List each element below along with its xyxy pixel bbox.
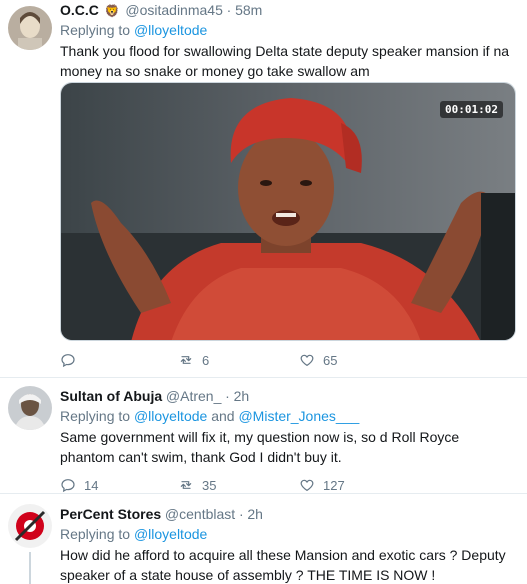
timestamp[interactable]: 58m bbox=[235, 2, 262, 18]
replying-label: Replying to bbox=[60, 408, 131, 424]
lion-emoji-icon: 🦁 bbox=[104, 4, 120, 18]
replying-to: Replying to @lloyeltode bbox=[60, 20, 517, 40]
tweet-text: Thank you flood for swallowing Delta sta… bbox=[60, 43, 510, 79]
reply-count: 14 bbox=[84, 477, 99, 493]
retweet-icon bbox=[180, 356, 192, 364]
reply-button[interactable]: 14 bbox=[60, 475, 98, 495]
tweet-header: PerCent Stores @centblast · 2h bbox=[60, 504, 517, 524]
video-media[interactable]: 00:01:02 bbox=[60, 82, 516, 341]
tweet[interactable]: O.C.C 🦁 @ositadinma45 · 58m Replying to … bbox=[0, 0, 527, 378]
reply-icon bbox=[61, 354, 75, 368]
retweet-count: 6 bbox=[202, 352, 210, 368]
reply-icon bbox=[61, 479, 75, 493]
user-handle[interactable]: @ositadinma45 bbox=[125, 2, 223, 18]
tweet-text: Same government will fix it, my question… bbox=[60, 429, 460, 465]
retweet-button[interactable]: 6 bbox=[178, 350, 209, 370]
separator-dot: · bbox=[225, 388, 230, 404]
mention-link[interactable]: @Mister_Jones___ bbox=[238, 408, 359, 424]
separator-dot: · bbox=[226, 2, 232, 18]
retweet-button[interactable]: 35 bbox=[178, 475, 216, 495]
mention-link[interactable]: @lloyeltode bbox=[134, 526, 207, 542]
reply-button[interactable] bbox=[60, 350, 84, 370]
tweet-header: Sultan of Abuja @Atren_ · 2h bbox=[60, 386, 517, 406]
like-button[interactable]: 127 bbox=[299, 475, 345, 495]
avatar[interactable] bbox=[8, 386, 52, 430]
retweet-count: 35 bbox=[202, 477, 217, 493]
like-count: 65 bbox=[323, 352, 338, 368]
avatar[interactable] bbox=[8, 504, 52, 548]
like-count: 127 bbox=[323, 477, 345, 493]
replying-to: Replying to @lloyeltode bbox=[60, 524, 517, 544]
video-thumbnail-image bbox=[61, 83, 515, 340]
tweet-actions: 14 35 127 bbox=[60, 475, 517, 495]
display-name[interactable]: PerCent Stores bbox=[60, 506, 161, 522]
timestamp[interactable]: 2h bbox=[247, 506, 263, 522]
tweet-text: How did he afford to acquire all these M… bbox=[60, 547, 506, 583]
retweet-icon bbox=[180, 481, 192, 489]
user-handle[interactable]: @centblast bbox=[165, 506, 235, 522]
like-button[interactable]: 65 bbox=[299, 350, 337, 370]
tweet[interactable]: Sultan of Abuja @Atren_ · 2h Replying to… bbox=[0, 378, 527, 494]
tweet-header: O.C.C 🦁 @ositadinma45 · 58m bbox=[60, 0, 517, 20]
separator-dot: · bbox=[238, 506, 244, 522]
display-name[interactable]: O.C.C bbox=[60, 2, 99, 18]
heart-icon bbox=[300, 354, 314, 367]
replying-label: Replying to bbox=[60, 526, 131, 542]
display-name[interactable]: Sultan of Abuja bbox=[60, 388, 162, 404]
replying-to: Replying to @lloyeltode and @Mister_Jone… bbox=[60, 406, 517, 426]
timestamp[interactable]: 2h bbox=[234, 388, 250, 404]
tweet-actions: 6 65 bbox=[60, 350, 517, 370]
tweet[interactable]: PerCent Stores @centblast · 2h Replying … bbox=[0, 494, 527, 584]
mention-link[interactable]: @lloyeltode bbox=[134, 22, 207, 38]
video-timestamp: 00:01:02 bbox=[440, 101, 503, 118]
replying-and: and bbox=[211, 408, 235, 424]
user-handle[interactable]: @Atren_ bbox=[166, 388, 221, 404]
avatar[interactable] bbox=[8, 6, 52, 50]
heart-icon bbox=[300, 479, 314, 492]
thread-line bbox=[29, 552, 31, 584]
replying-label: Replying to bbox=[60, 22, 131, 38]
mention-link[interactable]: @lloyeltode bbox=[134, 408, 207, 424]
